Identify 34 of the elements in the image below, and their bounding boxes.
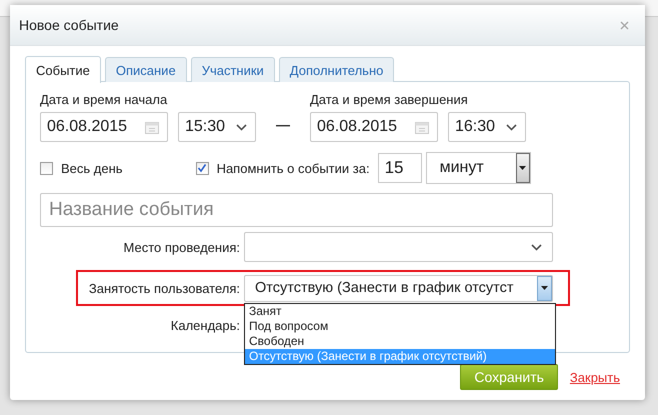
- calendar-icon: [415, 120, 429, 134]
- date-field[interactable]: 06.08.2015: [40, 112, 168, 142]
- window-title: Новое событие: [19, 17, 119, 33]
- chevron-down-icon: [506, 124, 517, 130]
- busy-select[interactable]: Отсутствую (Занести в график отсутст: [244, 274, 553, 302]
- tab[interactable]: Участники: [190, 57, 275, 82]
- chevron-down-icon: [531, 244, 542, 250]
- checkbox[interactable]: [40, 162, 53, 174]
- tab[interactable]: Описание: [104, 57, 187, 82]
- field-label: Календарь:: [170, 318, 241, 332]
- time-select[interactable]: 15:30: [178, 112, 256, 142]
- tab[interactable]: Дополнительно: [278, 57, 394, 82]
- field-label: Место проведения:: [122, 240, 241, 254]
- time-select[interactable]: 16:30: [448, 112, 526, 142]
- checkbox-label: Напомнить о событии за:: [216, 160, 370, 176]
- dropdown-option[interactable]: Под вопросом: [245, 319, 555, 334]
- dash-icon: [276, 125, 290, 127]
- unit-select[interactable]: минут: [426, 152, 531, 184]
- close-icon[interactable]: [620, 20, 629, 30]
- field-label: Занятость пользователя:: [88, 280, 241, 296]
- checkbox-label: Весь день: [61, 160, 123, 176]
- dropdown-option[interactable]: Свободен: [245, 334, 555, 349]
- location-select[interactable]: [244, 232, 553, 262]
- event-name-field[interactable]: Название события: [40, 193, 553, 227]
- calendar-icon: [145, 120, 159, 134]
- date-field[interactable]: 06.08.2015: [310, 112, 438, 142]
- dropdown-option[interactable]: Занят: [245, 304, 555, 319]
- checkbox[interactable]: [196, 162, 209, 174]
- reminder-input[interactable]: 15: [378, 153, 422, 183]
- chevron-down-icon: [236, 124, 247, 130]
- tab[interactable]: Событие: [25, 56, 101, 83]
- close-link[interactable]: Закрыть: [570, 370, 620, 384]
- field-label: Дата и время завершения: [310, 92, 469, 107]
- field-label: Дата и время начала: [40, 92, 168, 107]
